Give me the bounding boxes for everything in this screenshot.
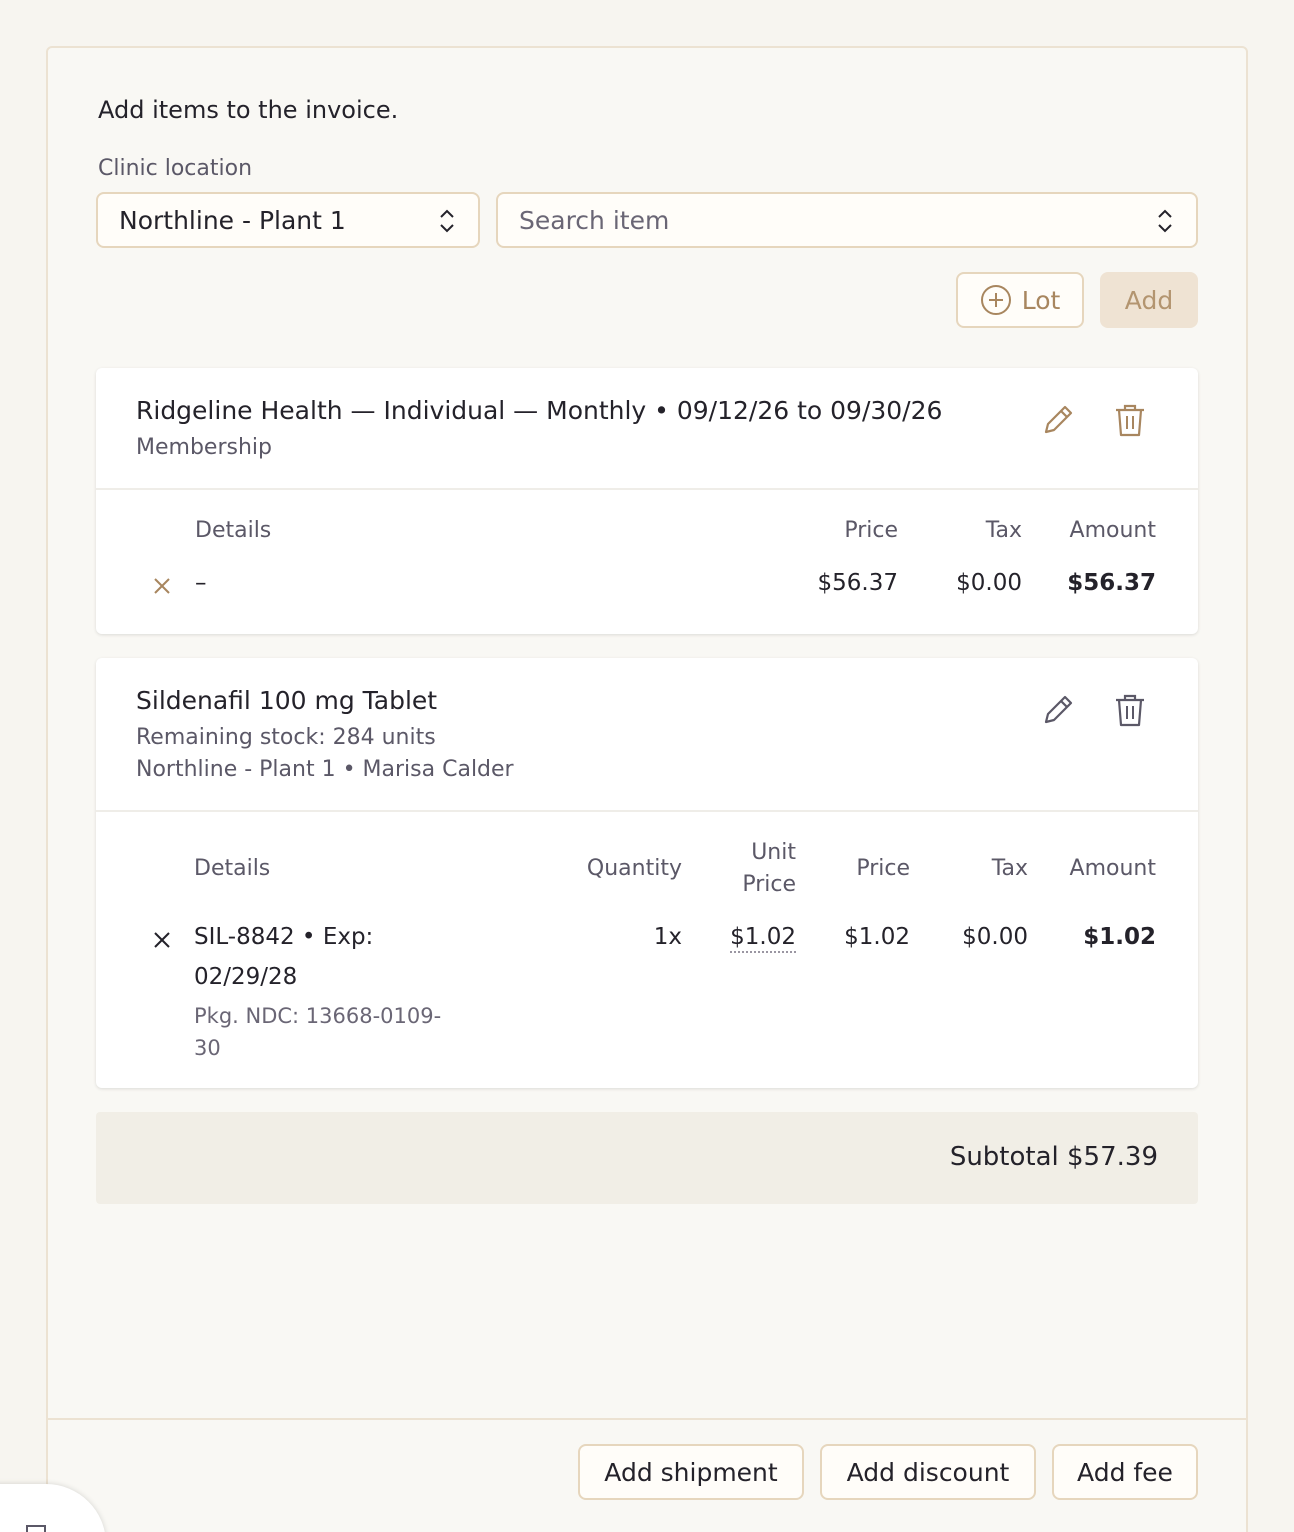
quantity-header: Quantity — [586, 856, 682, 881]
footer-divider — [48, 1418, 1246, 1420]
line-item-card-membership: Ridgeline Health — Individual — Monthly … — [96, 368, 1198, 634]
ndc-line2: 30 — [194, 1036, 221, 1060]
details-header: Details — [194, 856, 271, 881]
chevron-updown-icon — [1158, 209, 1172, 233]
price-header: Price — [856, 856, 910, 881]
row-price: $1.02 — [844, 924, 910, 950]
row-amount: $1.02 — [1083, 924, 1156, 950]
unit-price-header-line1: Unit — [751, 840, 796, 865]
chevron-updown-icon — [440, 209, 454, 233]
lot-number: SIL-8842 • Exp: — [194, 924, 374, 950]
row-tax: $0.00 — [956, 570, 1022, 596]
delete-trash-icon[interactable] — [1110, 400, 1150, 440]
widget-icon — [26, 1525, 46, 1532]
row-amount: $56.37 — [1067, 570, 1156, 596]
intro-text: Add items to the invoice. — [98, 96, 399, 124]
tax-header: Tax — [985, 518, 1022, 543]
edit-pencil-icon[interactable] — [1038, 400, 1078, 440]
item-subtitle: Membership — [136, 435, 272, 460]
subtotal-text: Subtotal $57.39 — [949, 1142, 1158, 1172]
unit-price-header-line2: Price — [742, 872, 796, 897]
remove-row-x-icon[interactable] — [152, 930, 172, 950]
add-item-button[interactable]: Add — [1100, 272, 1198, 328]
row-tax: $0.00 — [962, 924, 1028, 950]
card-divider — [96, 488, 1198, 490]
details-header: Details — [195, 518, 272, 543]
edit-pencil-icon[interactable] — [1038, 690, 1078, 730]
row-details: – — [195, 570, 207, 596]
ndc-line1: Pkg. NDC: 13668-0109- — [194, 1004, 442, 1028]
unit-price-editable[interactable]: $1.02 — [730, 924, 796, 953]
invoice-items-panel: Add items to the invoice. Clinic locatio… — [46, 46, 1248, 1532]
amount-header: Amount — [1069, 856, 1156, 881]
clinic-location-value: Northline - Plant 1 — [119, 205, 346, 235]
card-divider — [96, 810, 1198, 812]
search-item-placeholder: Search item — [519, 205, 670, 235]
search-item-select[interactable]: Search item — [496, 192, 1198, 248]
lot-button-label: Lot — [1021, 285, 1061, 315]
clinic-location-select[interactable]: Northline - Plant 1 — [96, 192, 480, 248]
delete-trash-icon[interactable] — [1110, 690, 1150, 730]
amount-header: Amount — [1069, 518, 1156, 543]
add-discount-button[interactable]: Add discount — [820, 1444, 1036, 1500]
clinic-location-label: Clinic location — [98, 156, 253, 181]
add-lot-button[interactable]: Lot — [956, 272, 1084, 328]
plus-circle-icon — [980, 285, 1011, 315]
item-stock: Remaining stock: 284 units — [136, 725, 436, 750]
row-price: $56.37 — [817, 570, 898, 596]
tax-header: Tax — [991, 856, 1028, 881]
row-unit-price[interactable]: $1.02 — [730, 924, 796, 953]
remove-row-x-icon[interactable] — [152, 576, 172, 596]
item-title: Sildenafil 100 mg Tablet — [136, 686, 438, 715]
item-location: Northline - Plant 1 • Marisa Calder — [136, 757, 514, 782]
add-fee-button[interactable]: Add fee — [1052, 1444, 1198, 1500]
row-quantity: 1x — [653, 924, 682, 950]
item-title: Ridgeline Health — Individual — Monthly … — [136, 396, 943, 425]
line-item-card-medication: Sildenafil 100 mg Tablet Remaining stock… — [96, 658, 1198, 1088]
subtotal-bar: Subtotal $57.39 — [96, 1112, 1198, 1204]
lot-expiration: 02/29/28 — [194, 964, 298, 990]
price-header: Price — [844, 518, 898, 543]
add-shipment-button[interactable]: Add shipment — [578, 1444, 804, 1500]
